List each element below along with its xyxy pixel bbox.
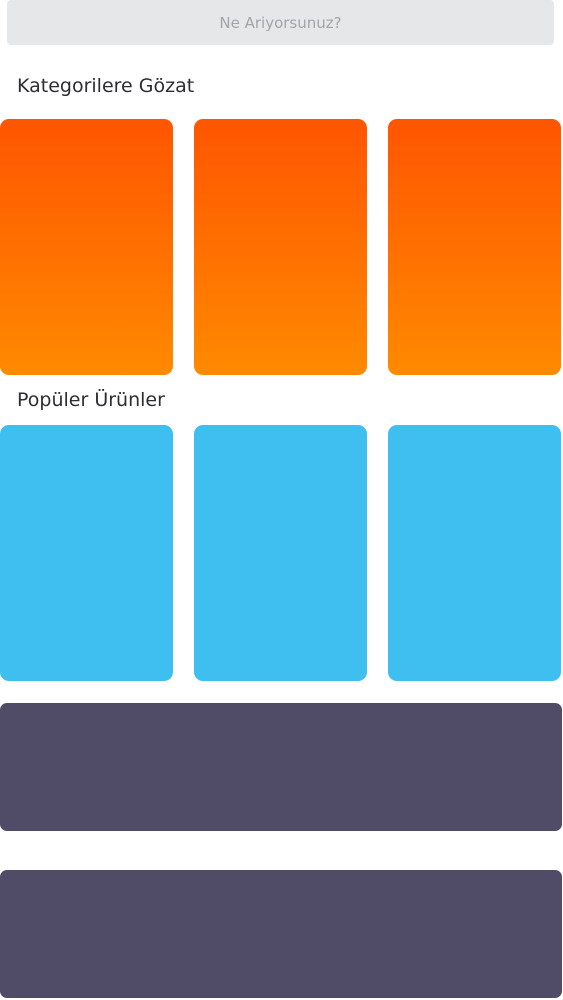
promo-banner[interactable]	[0, 703, 562, 831]
category-card[interactable]	[0, 119, 173, 375]
search-placeholder: Ne Ariyorsunuz?	[219, 13, 342, 32]
popular-product-card[interactable]	[388, 425, 561, 681]
popular-product-card[interactable]	[0, 425, 173, 681]
search-input[interactable]: Ne Ariyorsunuz?	[7, 0, 554, 45]
promo-banner[interactable]	[0, 870, 562, 998]
category-card[interactable]	[388, 119, 561, 375]
popular-section-title: Popüler Ürünler	[17, 389, 165, 411]
categories-section-title: Kategorilere Gözat	[17, 75, 195, 97]
category-card[interactable]	[194, 119, 367, 375]
page: Ne Ariyorsunuz? Kategorilere Gözat Popül…	[0, 0, 563, 1000]
popular-product-card[interactable]	[194, 425, 367, 681]
